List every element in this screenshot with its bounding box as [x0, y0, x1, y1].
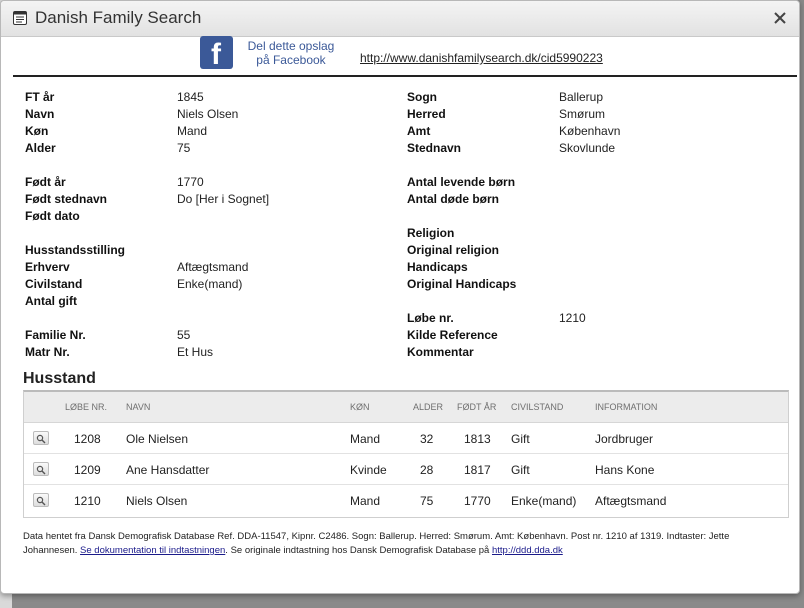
- facebook-share-link[interactable]: Del dette opslag på Facebook: [241, 39, 341, 67]
- document-icon: [13, 11, 27, 25]
- household-table-header: LØBE NR. NAVN KØN ALDER FØDT ÅR CIVILSTA…: [24, 392, 788, 423]
- detail-label: Original religion: [407, 243, 500, 257]
- facebook-share-line2: på Facebook: [256, 53, 326, 67]
- cell-information: Hans Kone: [595, 463, 655, 477]
- cell-fodt-ar: 1817: [464, 463, 491, 477]
- col-header-civilstand: CIVILSTAND: [511, 402, 564, 412]
- detail-value: Do [Her i Sognet]: [177, 192, 270, 206]
- cell-alder: 32: [420, 432, 434, 446]
- detail-label: Sogn: [407, 90, 437, 104]
- detail-value: 1770: [177, 175, 204, 189]
- col-header-alder: ALDER: [413, 402, 444, 412]
- detail-label: Civilstand: [25, 277, 83, 291]
- cell-lobe-nr: 1210: [74, 494, 101, 508]
- cell-civilstand: Enke(mand): [511, 494, 577, 508]
- source-footnote: Data hentet fra Dansk Demografisk Databa…: [23, 530, 785, 558]
- detail-label: Antal levende børn: [407, 175, 516, 189]
- detail-label: Familie Nr.: [25, 328, 86, 342]
- detail-label: Original Handicaps: [407, 277, 517, 291]
- table-row: 1210 Niels Olsen Mand 75 1770 Enke(mand)…: [24, 485, 788, 515]
- cell-navn: Ole Nielsen: [126, 432, 189, 446]
- detail-label: Stednavn: [407, 141, 462, 155]
- window-title: Danish Family Search: [35, 8, 202, 27]
- ddd-link[interactable]: http://ddd.dda.dk: [492, 545, 563, 556]
- detail-value: Mand: [177, 124, 208, 138]
- detail-label: Kommentar: [407, 345, 474, 359]
- household-table: LØBE NR. NAVN KØN ALDER FØDT ÅR CIVILSTA…: [23, 390, 789, 518]
- cell-fodt-ar: 1813: [464, 432, 491, 446]
- detail-value: Ballerup: [559, 90, 604, 104]
- detail-label: Antal gift: [25, 294, 77, 308]
- detail-label: Køn: [25, 124, 49, 138]
- detail-label: Handicaps: [407, 260, 468, 274]
- detail-label: Amt: [407, 124, 431, 138]
- facebook-share-line1: Del dette opslag: [247, 39, 335, 53]
- cell-fodt-ar: 1770: [464, 494, 491, 508]
- detail-value: Et Hus: [177, 345, 214, 359]
- detail-label: Født år: [25, 175, 66, 189]
- footnote-text-2: . Se originale indtastning hos Dansk Dem…: [225, 545, 492, 556]
- detail-value: 55: [177, 328, 191, 342]
- detail-label: Navn: [25, 107, 55, 121]
- detail-label: Løbe nr.: [407, 311, 454, 325]
- facebook-icon[interactable]: f: [200, 36, 233, 69]
- detail-label: Født dato: [25, 209, 80, 223]
- titlebar: Danish Family Search: [1, 1, 799, 37]
- permalink-url[interactable]: http://www.danishfamilysearch.dk/cid5990…: [360, 51, 603, 65]
- table-row: 1209 Ane Hansdatter Kvinde 28 1817 Gift …: [24, 454, 788, 485]
- detail-label: Kilde Reference: [407, 328, 498, 342]
- detail-value: 75: [177, 141, 191, 155]
- share-bar: f Del dette opslag på Facebook http://ww…: [1, 36, 799, 76]
- detail-value: 1845: [177, 90, 204, 104]
- cell-lobe-nr: 1208: [74, 432, 101, 446]
- cell-alder: 75: [420, 494, 434, 508]
- magnifier-icon[interactable]: [33, 431, 49, 445]
- detail-value: Skovlunde: [559, 141, 616, 155]
- detail-label: Antal døde børn: [407, 192, 499, 206]
- col-header-fodt-ar: FØDT ÅR: [457, 402, 497, 412]
- divider: [13, 75, 797, 77]
- detail-value: 1210: [559, 311, 586, 325]
- detail-label: FT år: [25, 90, 55, 104]
- detail-label: Erhverv: [25, 260, 70, 274]
- magnifier-icon[interactable]: [33, 493, 49, 507]
- magnifier-icon[interactable]: [33, 462, 49, 476]
- cell-navn: Ane Hansdatter: [126, 463, 210, 477]
- cell-kon: Kvinde: [350, 463, 387, 477]
- col-header-navn: NAVN: [126, 402, 151, 412]
- detail-value: Enke(mand): [177, 277, 243, 291]
- detail-value: Niels Olsen: [177, 107, 239, 121]
- col-header-kon: KØN: [350, 402, 370, 412]
- cell-civilstand: Gift: [511, 432, 530, 446]
- detail-value: København: [559, 124, 621, 138]
- cell-information: Aftægtsmand: [595, 494, 667, 508]
- cell-navn: Niels Olsen: [126, 494, 188, 508]
- col-header-lobe-nr: LØBE NR.: [65, 402, 108, 412]
- detail-value: Smørum: [559, 107, 605, 121]
- cell-kon: Mand: [350, 494, 381, 508]
- close-icon[interactable]: [771, 9, 789, 27]
- dialog-window: Danish Family Search f Del dette opslag …: [0, 0, 800, 594]
- cell-lobe-nr: 1209: [74, 463, 101, 477]
- detail-value: Aftægtsmand: [177, 260, 249, 274]
- detail-label: Religion: [407, 226, 455, 240]
- detail-label: Alder: [25, 141, 56, 155]
- documentation-link[interactable]: Se dokumentation til indtastningen: [80, 545, 225, 556]
- detail-label: Husstandsstilling: [25, 243, 126, 257]
- table-row: 1208 Ole Nielsen Mand 32 1813 Gift Jordb…: [24, 423, 788, 454]
- household-title: Husstand: [23, 370, 96, 387]
- col-header-information: INFORMATION: [595, 402, 658, 412]
- cell-kon: Mand: [350, 432, 381, 446]
- cell-information: Jordbruger: [595, 432, 654, 446]
- detail-label: Herred: [407, 107, 446, 121]
- detail-label: Født stednavn: [25, 192, 108, 206]
- detail-label: Matr Nr.: [25, 345, 70, 359]
- cell-alder: 28: [420, 463, 434, 477]
- cell-civilstand: Gift: [511, 463, 530, 477]
